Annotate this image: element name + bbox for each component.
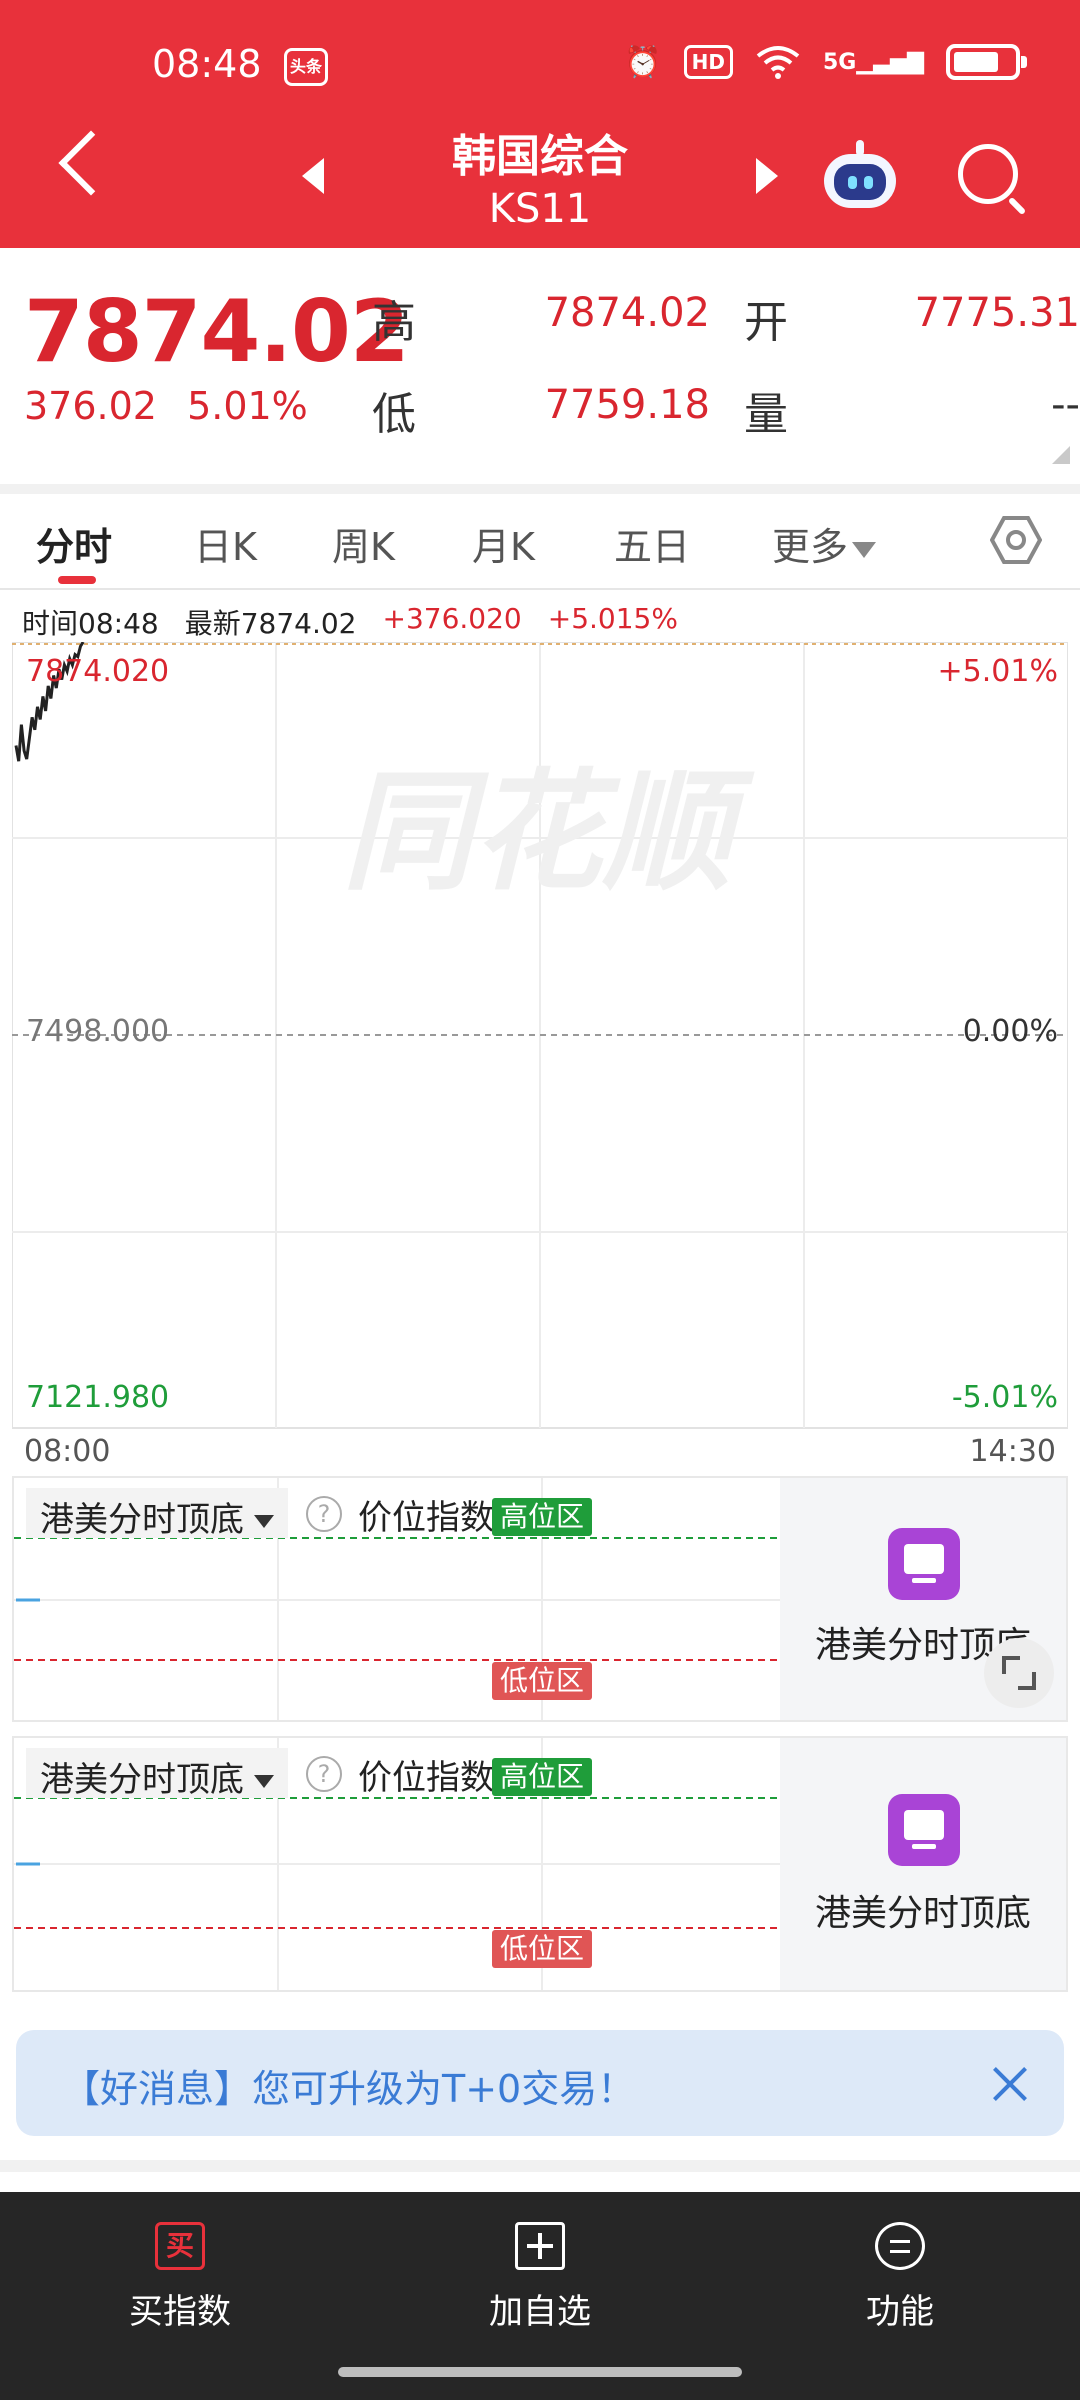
functions-label: 功能 [866, 2292, 934, 2332]
alarm-icon: ⏰ [624, 44, 662, 80]
high-zone-badge: 高位区 [492, 1758, 592, 1796]
pct-bottom-label: -5.01% [951, 1380, 1058, 1415]
info-latest: 最新7874.02 [184, 607, 357, 640]
back-icon[interactable] [58, 130, 124, 196]
intraday-chart[interactable]: 同花顺 7874.020 +5.01% 7498.000 0.00% 7121.… [11, 641, 1069, 1432]
search-icon[interactable] [958, 144, 1018, 204]
y-mid-label: 7498.000 [26, 1014, 170, 1049]
y-bottom-label: 7121.980 [26, 1380, 170, 1415]
status-icons: ⏰ HD 5G▁▃▅▇ [624, 44, 1027, 80]
buy-index-label: 买指数 [129, 2292, 231, 2332]
page-title: 韩国综合 [452, 131, 628, 182]
network-type: 5G [822, 49, 857, 75]
robot-assistant-icon[interactable] [818, 138, 902, 210]
add-watchlist-label: 加自选 [489, 2292, 591, 2332]
banner-text: 【好消息】您可升级为T+0交易！ [62, 2067, 636, 2111]
indicator-promo[interactable]: 港美分时顶底 [780, 1738, 1066, 1990]
toutiao-badge-icon: 头条 [284, 48, 328, 86]
help-icon[interactable]: ? [306, 1496, 342, 1532]
buy-icon: 买 [155, 2222, 205, 2270]
close-icon[interactable] [990, 2064, 1030, 2104]
indicator-app-icon [888, 1794, 960, 1866]
expand-corner-icon[interactable] [1052, 446, 1070, 464]
pct-top-label: +5.01% [937, 654, 1058, 689]
info-change-pct: +5.015% [547, 602, 678, 635]
tab-more[interactable]: 更多 [772, 516, 877, 571]
divider [0, 484, 1080, 494]
quote-panel: 7874.02 376.02 5.01% 高 7874.02 开 7775.31… [0, 248, 1080, 484]
add-icon [515, 2222, 565, 2270]
indicator-select[interactable]: 港美分时顶底 [26, 1748, 288, 1800]
tab-intraday[interactable]: 分时 [36, 516, 112, 571]
change-value: 376.02 [24, 384, 157, 428]
chevron-down-icon [852, 541, 877, 558]
status-time: 08:48 [152, 42, 262, 86]
high-value: 7874.02 [544, 290, 710, 336]
tab-more-label: 更多 [772, 525, 849, 569]
chevron-down-icon [254, 1515, 274, 1528]
divider [0, 2160, 1080, 2172]
low-value: 7759.18 [544, 382, 710, 428]
next-index-icon[interactable] [756, 158, 778, 194]
indicator-select[interactable]: 港美分时顶底 [26, 1488, 288, 1540]
volume-value: -- [1051, 382, 1080, 428]
promo-banner[interactable]: 【好消息】您可升级为T+0交易！ [16, 2030, 1064, 2136]
intraday-chart-svg: 同花顺 [11, 641, 1069, 1429]
hd-icon: HD [683, 45, 733, 79]
high-zone-badge: 高位区 [492, 1498, 592, 1536]
chart-tabs: 分时 日K 周K 月K 五日 更多 [0, 494, 1080, 590]
indicator-select-label: 港美分时顶底 [40, 1760, 244, 1800]
watermark: 同花顺 [342, 756, 755, 908]
change-percent: 5.01% [187, 384, 308, 428]
tab-monthly-k[interactable]: 月K [472, 516, 535, 571]
index-code: KS11 [488, 186, 592, 232]
add-watchlist-button[interactable]: 加自选 [440, 2222, 640, 2333]
help-icon[interactable]: ? [306, 1756, 342, 1792]
low-zone-badge: 低位区 [492, 1930, 592, 1968]
tab-weekly-k[interactable]: 周K [332, 516, 395, 571]
buy-index-button[interactable]: 买 买指数 [80, 2222, 280, 2333]
indicator-panel-1: 港美分时顶底 ? 价位指数 高位区 低位区 港美分时顶底 [12, 1476, 1068, 1722]
indicator-app-icon [888, 1528, 960, 1600]
pct-mid-label: 0.00% [962, 1014, 1058, 1049]
indicator-promo-label: 港美分时顶底 [814, 1893, 1031, 1934]
low-label: 低 [372, 389, 416, 440]
x-end-label: 14:30 [969, 1434, 1056, 1469]
indicator-name: 价位指数 [358, 1758, 494, 1798]
chevron-down-icon [254, 1775, 274, 1788]
high-label: 高 [372, 297, 416, 348]
wifi-icon [756, 46, 800, 79]
indicator-select-label: 港美分时顶底 [40, 1500, 244, 1540]
open-label: 开 [744, 297, 788, 348]
y-top-label: 7874.020 [26, 654, 170, 689]
open-value: 7775.31 [914, 290, 1080, 336]
volume-label: 量 [744, 389, 788, 440]
battery-icon [946, 44, 1027, 80]
tab-five-day[interactable]: 五日 [614, 516, 690, 571]
info-time: 时间08:48 [22, 607, 159, 640]
indicator-panel-2: 港美分时顶底 ? 价位指数 高位区 低位区 港美分时顶底 [12, 1736, 1068, 1992]
low-zone-badge: 低位区 [492, 1662, 592, 1700]
price-change: 376.02 5.01% [24, 384, 308, 428]
prev-index-icon[interactable] [302, 158, 324, 194]
info-change: +376.020 [382, 602, 522, 635]
crosshair-info: 时间08:48 最新7874.02 +376.020 +5.015% [22, 602, 678, 642]
signal-icon: 5G▁▃▅▇ [822, 49, 924, 75]
x-start-label: 08:00 [24, 1434, 111, 1469]
home-indicator[interactable] [338, 2367, 742, 2377]
app-header: 08:48 头条 ⏰ HD 5G▁▃▅▇ 韩国综合 KS11 [0, 0, 1080, 248]
menu-icon [875, 2222, 925, 2270]
functions-button[interactable]: 功能 [800, 2222, 1000, 2333]
tab-daily-k[interactable]: 日K [194, 516, 257, 571]
indicator-name: 价位指数 [358, 1498, 494, 1538]
fullscreen-icon[interactable] [984, 1638, 1054, 1708]
current-price: 7874.02 [24, 282, 410, 382]
settings-icon[interactable] [990, 514, 1042, 566]
active-tab-indicator [58, 576, 96, 584]
